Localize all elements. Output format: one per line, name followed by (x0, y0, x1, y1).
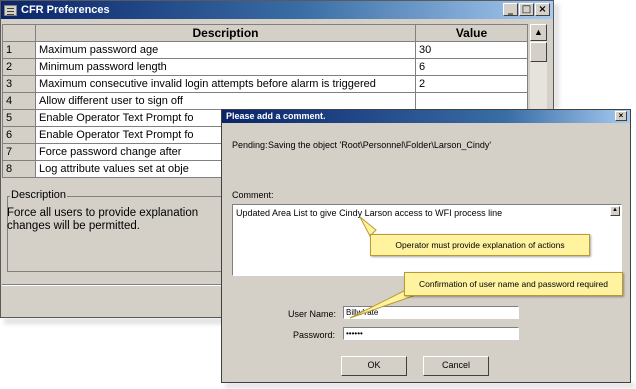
description-line: changes will be permitted. (7, 220, 140, 232)
dialog-titlebar[interactable]: Please add a comment. × (222, 110, 630, 123)
comment-scroll-arrow-icon[interactable]: ▲ (610, 206, 620, 216)
table-row[interactable]: 3 Maximum consecutive invalid login atte… (2, 75, 528, 93)
table-row[interactable]: 4 Allow different user to sign off (2, 92, 528, 110)
table-header-row: Description Value (2, 24, 528, 42)
scroll-up-arrow-icon[interactable]: ▲ (530, 24, 547, 41)
row-description[interactable]: Maximum password age (35, 41, 416, 59)
scrollbar-thumb[interactable] (530, 42, 547, 62)
table-row[interactable]: 2 Minimum password length 6 (2, 58, 528, 76)
table-header-description[interactable]: Description (35, 24, 416, 42)
row-description[interactable]: Allow different user to sign off (35, 92, 416, 110)
row-number: 2 (2, 58, 36, 76)
table-header-value[interactable]: Value (415, 24, 528, 42)
username-field[interactable]: BillwYate (343, 306, 519, 319)
row-number: 5 (2, 109, 36, 127)
comment-text: Updated Area List to give Cindy Larson a… (236, 208, 503, 218)
password-label: Password: (293, 330, 336, 340)
dialog-close-button[interactable]: × (615, 111, 627, 121)
cancel-button[interactable]: Cancel (423, 356, 489, 376)
description-text: Force all users to provide explanation c… (7, 207, 222, 233)
pending-value: Saving the object 'Root\Personnel\Folder… (268, 140, 492, 150)
cfr-preferences-titlebar[interactable]: CFR Preferences _ □ × (1, 1, 553, 19)
row-description[interactable]: Minimum password length (35, 58, 416, 76)
row-value[interactable]: 2 (415, 75, 528, 93)
pending-label: Pending: (232, 140, 268, 150)
password-field[interactable]: •••••• (343, 327, 519, 340)
row-description[interactable]: Maximum consecutive invalid login attemp… (35, 75, 416, 93)
description-legend: Description (10, 189, 68, 201)
row-value[interactable]: 30 (415, 41, 528, 59)
row-number: 6 (2, 126, 36, 144)
divider (2, 284, 232, 286)
confirmation-callout: Confirmation of user name and password r… (404, 272, 623, 296)
explanation-callout: Operator must provide explanation of act… (370, 234, 590, 256)
minimize-button[interactable]: _ (503, 3, 518, 16)
row-number: 8 (2, 160, 36, 178)
row-value[interactable]: 6 (415, 58, 528, 76)
dialog-title: Please add a comment. (226, 111, 326, 121)
row-number: 3 (2, 75, 36, 93)
row-value[interactable] (415, 92, 528, 110)
description-line: Force all users to provide explanation (7, 207, 199, 219)
comment-label: Comment: (232, 190, 274, 200)
maximize-button[interactable]: □ (519, 3, 534, 16)
window-title: CFR Preferences (21, 4, 110, 16)
row-number: 4 (2, 92, 36, 110)
table-row[interactable]: 1 Maximum password age 30 (2, 41, 528, 59)
ok-button[interactable]: OK (341, 356, 407, 376)
table-header-num (2, 24, 36, 42)
row-number: 1 (2, 41, 36, 59)
close-button[interactable]: × (535, 3, 550, 16)
grid-app-icon (4, 4, 17, 16)
username-label: User Name: (288, 309, 337, 319)
row-number: 7 (2, 143, 36, 161)
